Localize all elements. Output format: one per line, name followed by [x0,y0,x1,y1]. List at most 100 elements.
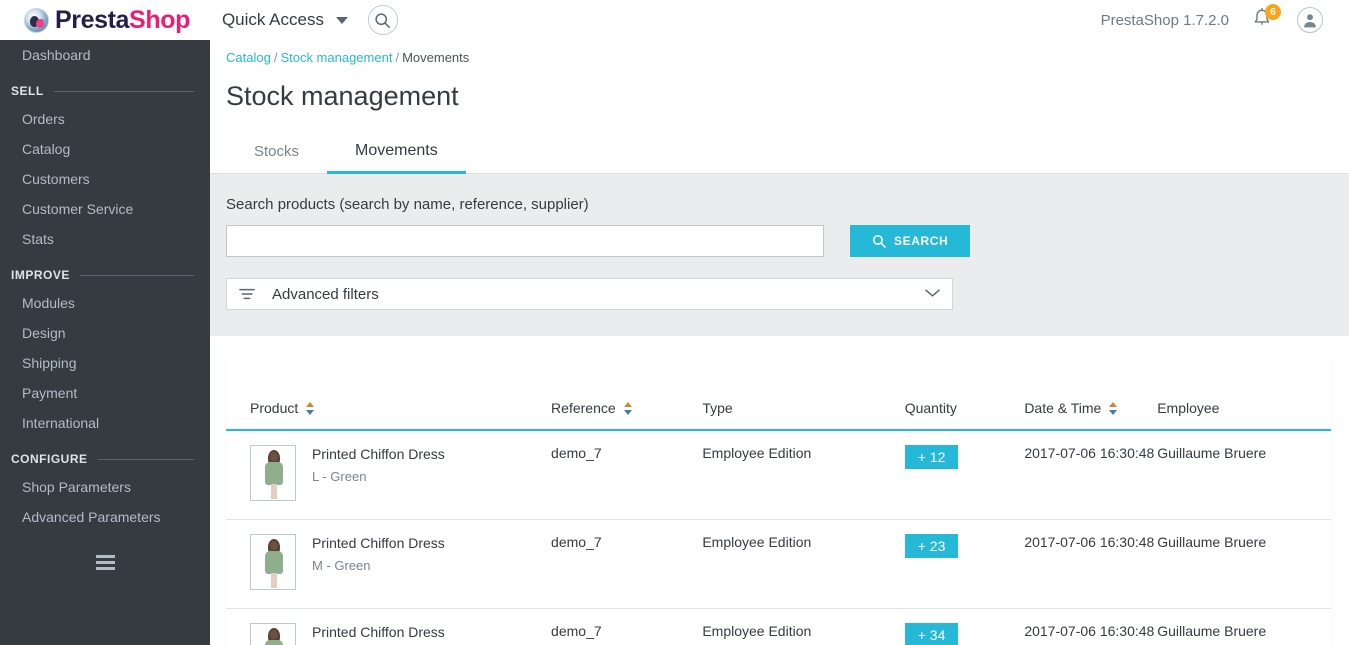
prestashop-logo[interactable]: PrestaShop [24,6,190,35]
column-label: Type [702,400,733,416]
sidebar-collapse-button[interactable] [0,555,210,573]
column-header-product[interactable]: Product [226,400,552,431]
cell-product: Printed Chiffon Dress M - Green [226,519,552,609]
admin-page: PrestaShop Quick Access PrestaShop 1.7.2… [0,0,1349,645]
brand-presta-text: Presta [55,5,130,34]
product-attribute: L - Green [312,468,367,484]
column-header-datetime[interactable]: Date & Time [1024,400,1158,431]
tab-stocks[interactable]: Stocks [226,143,327,173]
sidebar-item-modules[interactable]: Modules [0,288,210,318]
brand-wordmark: PrestaShop [55,6,190,35]
search-row: SEARCH [226,225,1331,257]
table-header-row: Product Reference Type Quantity Date & T… [226,400,1331,431]
page-tabs: Stocks Movements [210,126,1349,174]
sidebar-item-design[interactable]: Design [0,318,210,348]
sidebar-section-label: CONFIGURE [11,452,88,466]
sidebar-section-sell: SELL [0,70,210,104]
sort-icon[interactable] [306,401,315,415]
product-name: Printed Chiffon Dress [312,535,445,551]
search-button[interactable]: SEARCH [850,225,971,257]
main-content: Catalog / Stock management / Movements Stock… [210,40,1349,645]
table-row[interactable]: Printed Chiffon Dress M - Green demo_7 E… [226,519,1331,609]
sidebar-item-catalog[interactable]: Catalog [0,134,210,164]
product-thumbnail [250,623,296,645]
brand-shop-text: Shop [129,5,190,34]
product-name: Printed Chiffon Dress [312,624,445,640]
cell-reference: demo_7 [551,430,703,520]
notification-count-badge: 6 [1265,4,1281,20]
movements-table-card: Product Reference Type Quantity Date & T… [226,356,1331,645]
cell-employee: Guillaume Bruere [1157,623,1267,639]
user-avatar-icon [1304,14,1316,28]
header-right-group: PrestaShop 1.7.2.0 6 [1100,4,1323,33]
product-attribute: M - Green [312,557,371,573]
sidebar-item-payment[interactable]: Payment [0,378,210,408]
tab-movements[interactable]: Movements [327,142,466,174]
search-input[interactable] [226,225,824,257]
quantity-badge: + 12 [904,445,959,469]
sort-icon[interactable] [1109,401,1118,415]
column-label: Employee [1157,400,1220,416]
cell-type: Employee Edition [702,430,905,520]
sidebar-item-shop-parameters[interactable]: Shop Parameters [0,472,210,502]
product-thumbnail [250,534,296,590]
product-thumbnail [250,445,296,501]
search-label: Search products (search by name, referen… [226,196,589,213]
breadcrumb-item-catalog[interactable]: Catalog [226,50,271,65]
cell-reference: demo_7 [551,623,602,639]
section-divider [97,458,194,460]
sidebar-item-international[interactable]: International [0,408,210,438]
sidebar-section-label: IMPROVE [11,268,70,282]
movements-table: Product Reference Type Quantity Date & T… [226,400,1331,645]
quick-access-menu[interactable]: Quick Access [222,10,348,30]
main-sidebar: Dashboard SELL Orders Catalog Customers … [0,0,210,645]
sidebar-item-dashboard[interactable]: Dashboard [0,40,210,70]
shop-version-label: PrestaShop 1.7.2.0 [1100,11,1229,29]
column-header-reference[interactable]: Reference [551,400,703,431]
sort-icon[interactable] [623,401,633,415]
breadcrumb: Catalog / Stock management / Movements [210,40,1349,65]
column-label: Product [250,400,299,416]
top-header-bar: PrestaShop Quick Access PrestaShop 1.7.2… [0,0,1349,40]
sidebar-item-stats[interactable]: Stats [0,224,210,254]
cell-quantity: + 23 [904,519,1025,609]
notifications-button[interactable]: 6 [1251,4,1281,33]
header-search-button[interactable] [367,5,398,35]
cell-employee: Guillaume Bruere [1157,519,1331,609]
column-header-employee: Employee [1157,400,1331,431]
column-label: Reference [551,400,616,416]
breadcrumb-item-movements: Movements [402,50,470,65]
table-row[interactable]: Printed Chiffon Dress L - Green demo_7 E… [226,430,1331,520]
quantity-badge: + 23 [904,534,959,558]
chevron-down-icon [335,16,348,24]
sidebar-item-orders[interactable]: Orders [0,104,210,134]
table-header: Product Reference Type Quantity Date & T… [226,400,1331,431]
cell-product: Printed Chiffon Dress L - Green [226,430,552,520]
sidebar-item-shipping[interactable]: Shipping [0,348,210,378]
sidebar-item-customers[interactable]: Customers [0,164,210,194]
sidebar-item-customer-service[interactable]: Customer Service [0,194,210,224]
cell-type: Employee Edition [702,623,812,639]
sidebar-section-label: SELL [11,84,44,98]
user-account-button[interactable] [1297,7,1323,33]
breadcrumb-separator: / [395,50,400,65]
advanced-filters-toggle[interactable]: Advanced filters [226,278,953,310]
product-name: Printed Chiffon Dress [312,446,445,462]
cell-datetime: 2017-07-06 16:30:48 [1024,430,1158,520]
chevron-down-icon [925,285,940,303]
column-header-quantity: Quantity [904,400,1025,431]
cell-reference: demo_7 [551,519,703,609]
cell-type: Employee Edition [702,519,905,609]
cell-datetime: 2017-07-06 16:30:48 [1024,519,1158,609]
sidebar-section-improve: IMPROVE [0,254,210,288]
sidebar-item-advanced-parameters[interactable]: Advanced Parameters [0,502,210,532]
sidebar-section-configure: CONFIGURE [0,438,210,472]
page-title: Stock management [226,81,459,111]
table-row[interactable]: Printed Chiffon Dress S - Green demo_7 E… [226,609,1331,645]
cell-product: Printed Chiffon Dress S - Green [226,609,551,645]
search-filter-zone: Search products (search by name, referen… [210,174,1349,336]
search-icon [872,234,886,248]
quantity-badge: + 34 [904,623,959,645]
breadcrumb-item-stock-management[interactable]: Stock management [280,50,392,65]
cell-quantity: + 12 [904,430,1025,520]
